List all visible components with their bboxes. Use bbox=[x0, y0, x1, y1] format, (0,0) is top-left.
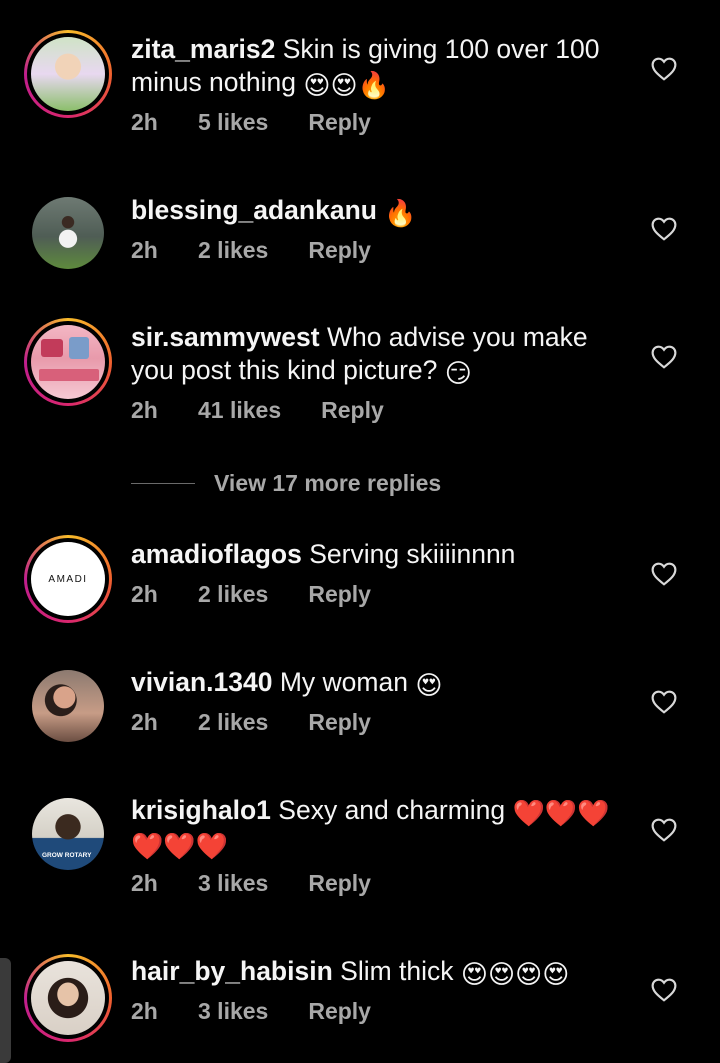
comment-emojis: 😍😍😍😍 bbox=[460, 959, 570, 989]
avatar[interactable] bbox=[32, 670, 104, 742]
comment-time: 2h bbox=[131, 109, 158, 135]
reply-button[interactable]: Reply bbox=[321, 397, 384, 424]
view-more-replies[interactable]: View 17 more replies bbox=[131, 468, 441, 498]
heart-outline-icon[interactable] bbox=[651, 818, 677, 842]
avatar bbox=[31, 325, 105, 399]
comment-message: Serving skiiiinnnn bbox=[309, 539, 516, 569]
comment-meta: 2h 3 likes Reply bbox=[131, 870, 631, 897]
comment-text: zita_maris2 Skin is giving 100 over 100 … bbox=[131, 33, 631, 99]
avatar bbox=[31, 37, 105, 111]
comment-likes[interactable]: 3 likes bbox=[198, 870, 268, 897]
avatar-story-ring[interactable] bbox=[24, 954, 112, 1042]
comment-text: blessing_adankanu 🔥 bbox=[131, 194, 631, 227]
avatar-story-ring[interactable] bbox=[24, 30, 112, 118]
comment-text: krisighalo1 Sexy and charming ❤️❤️❤️❤️❤️… bbox=[131, 794, 631, 860]
comments-page: zita_maris2 Skin is giving 100 over 100 … bbox=[0, 0, 720, 1063]
avatar-story-ring[interactable]: AMADI bbox=[24, 535, 112, 623]
heart-outline-icon[interactable] bbox=[651, 57, 677, 81]
comment-emojis: 😍 bbox=[415, 670, 443, 700]
comment-likes[interactable]: 2 likes bbox=[198, 237, 268, 264]
comment-message: My woman bbox=[279, 667, 408, 697]
comment-time: 2h bbox=[131, 870, 158, 896]
comment-likes[interactable]: 3 likes bbox=[198, 998, 268, 1025]
comment-emojis: 😏 bbox=[444, 358, 472, 388]
comment-meta: 2h 5 likes Reply bbox=[131, 109, 631, 136]
comment-username[interactable]: krisighalo1 bbox=[131, 795, 271, 825]
avatar-story-ring[interactable] bbox=[24, 318, 112, 406]
comment-likes[interactable]: 2 likes bbox=[198, 709, 268, 736]
comment-likes[interactable]: 5 likes bbox=[198, 109, 268, 136]
heart-outline-icon[interactable] bbox=[651, 978, 677, 1002]
avatar[interactable] bbox=[32, 197, 104, 269]
comment-time: 2h bbox=[131, 581, 158, 607]
comment-username[interactable]: blessing_adankanu bbox=[131, 195, 377, 225]
avatar bbox=[31, 961, 105, 1035]
avatar-badge-text: GROW ROTARY bbox=[42, 852, 92, 859]
comment-username[interactable]: amadioflagos bbox=[131, 539, 302, 569]
comment-likes[interactable]: 2 likes bbox=[198, 581, 268, 608]
reply-button[interactable]: Reply bbox=[308, 581, 371, 608]
comment-username[interactable]: sir.sammywest bbox=[131, 322, 320, 352]
comment-emojis: 🔥 bbox=[384, 198, 417, 228]
comment-meta: 2h 41 likes Reply bbox=[131, 397, 631, 424]
comment-meta: 2h 3 likes Reply bbox=[131, 998, 631, 1025]
heart-outline-icon[interactable] bbox=[651, 562, 677, 586]
comment-time: 2h bbox=[131, 709, 158, 735]
comment-text: amadioflagos Serving skiiiinnnn bbox=[131, 538, 631, 571]
heart-outline-icon[interactable] bbox=[651, 345, 677, 369]
divider bbox=[131, 482, 195, 484]
avatar-logo-text: AMADI bbox=[48, 573, 88, 585]
heart-outline-icon[interactable] bbox=[651, 217, 677, 241]
reply-button[interactable]: Reply bbox=[308, 237, 371, 264]
reply-button[interactable]: Reply bbox=[308, 998, 371, 1025]
comment-text: hair_by_habisin Slim thick 😍😍😍😍 bbox=[131, 955, 631, 988]
reply-button[interactable]: Reply bbox=[308, 109, 371, 136]
edge-scroll-handle[interactable] bbox=[0, 958, 11, 1063]
view-more-replies-label: View 17 more replies bbox=[214, 469, 442, 496]
reply-button[interactable]: Reply bbox=[308, 709, 371, 736]
avatar: AMADI bbox=[31, 542, 105, 616]
avatar[interactable]: GROW ROTARY bbox=[32, 798, 104, 870]
heart-outline-icon[interactable] bbox=[651, 690, 677, 714]
comment-time: 2h bbox=[131, 397, 158, 423]
comment-meta: 2h 2 likes Reply bbox=[131, 237, 631, 264]
comment-likes[interactable]: 41 likes bbox=[198, 397, 281, 424]
reply-button[interactable]: Reply bbox=[308, 870, 371, 897]
comment-username[interactable]: zita_maris2 bbox=[131, 34, 275, 64]
comment-time: 2h bbox=[131, 998, 158, 1024]
comment-time: 2h bbox=[131, 237, 158, 263]
comment-message: Sexy and charming bbox=[278, 795, 506, 825]
comment-emojis: 😍😍🔥 bbox=[303, 70, 390, 100]
comment-meta: 2h 2 likes Reply bbox=[131, 581, 631, 608]
comment-meta: 2h 2 likes Reply bbox=[131, 709, 631, 736]
comment-username[interactable]: vivian.1340 bbox=[131, 667, 272, 697]
comment-username[interactable]: hair_by_habisin bbox=[131, 956, 333, 986]
comment-message: Slim thick bbox=[340, 956, 454, 986]
comment-text: vivian.1340 My woman 😍 bbox=[131, 666, 631, 699]
comment-text: sir.sammywest Who advise you make you po… bbox=[131, 321, 631, 387]
